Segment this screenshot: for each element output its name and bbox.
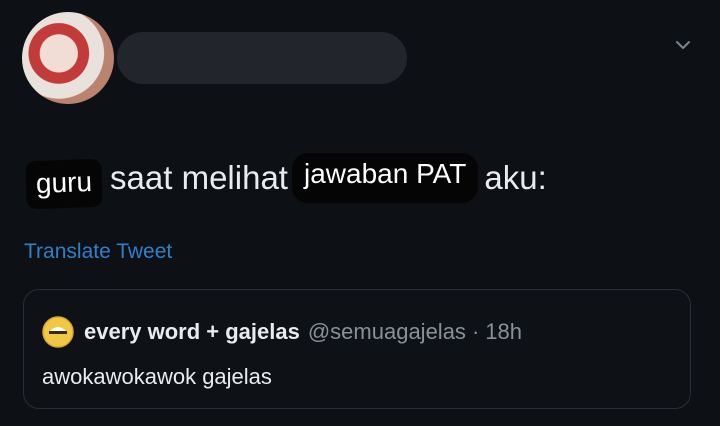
- emoji-avatar-icon: [42, 316, 74, 348]
- tweet-text-middle: saat melihat: [110, 159, 288, 196]
- quoted-tweet-header: every word + gajelas @semuagajelas · 18h: [42, 316, 522, 348]
- tweet-card: guru saat melihat jawaban PAT aku: Trans…: [0, 0, 720, 426]
- translate-tweet-link[interactable]: Translate Tweet: [24, 240, 172, 264]
- tweet-text: guru saat melihat jawaban PAT aku:: [25, 148, 547, 210]
- quoted-tweet-text: awokawokawok gajelas: [42, 364, 272, 389]
- quoted-display-name: every word + gajelas: [84, 319, 300, 344]
- avatar[interactable]: [22, 12, 114, 104]
- quoted-handle: @semuagajelas: [307, 319, 466, 344]
- quoted-timestamp: 18h: [485, 319, 522, 344]
- quoted-tweet[interactable]: every word + gajelas @semuagajelas · 18h…: [23, 289, 691, 409]
- tweet-text-end: aku:: [484, 159, 547, 196]
- chevron-down-icon[interactable]: [674, 36, 692, 54]
- sticker-guru: guru: [25, 158, 103, 210]
- redacted-username: [117, 32, 407, 84]
- sticker-jawaban-pat: jawaban PAT: [291, 153, 479, 203]
- separator-dot: ·: [471, 319, 480, 344]
